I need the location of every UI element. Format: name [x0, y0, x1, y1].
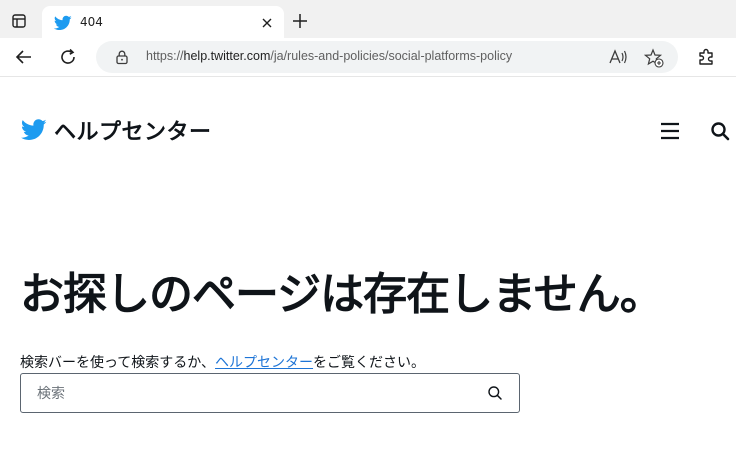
address-bar[interactable]: https://help.twitter.com/ja/rules-and-po…: [96, 41, 678, 73]
error-hint: 検索バーを使って検索するか、ヘルプセンターをご覧ください。: [20, 352, 425, 372]
twitter-logo-icon[interactable]: [20, 119, 47, 141]
brand-title[interactable]: ヘルプセンター: [54, 114, 212, 146]
url-path: /ja/rules-and-policies/social-platforms-…: [270, 49, 513, 63]
read-aloud-icon[interactable]: [608, 48, 628, 66]
new-tab-icon[interactable]: [290, 11, 310, 31]
url-host: help.twitter.com: [183, 49, 271, 63]
site-header: ヘルプセンター: [0, 76, 736, 186]
back-arrow-icon[interactable]: [14, 47, 34, 67]
help-center-link[interactable]: ヘルプセンター: [215, 355, 313, 371]
extensions-puzzle-icon[interactable]: [696, 47, 716, 67]
favorite-star-icon[interactable]: [643, 48, 664, 68]
hamburger-menu-icon[interactable]: [660, 122, 680, 140]
browser-tabstrip: 404: [0, 0, 736, 40]
hint-text-after: をご覧ください。: [313, 355, 426, 371]
search-submit-icon[interactable]: [487, 385, 503, 401]
lock-icon[interactable]: [114, 49, 130, 65]
search-box[interactable]: [20, 373, 520, 413]
search-icon[interactable]: [710, 121, 730, 141]
hint-text-before: 検索バーを使って検索するか、: [20, 355, 216, 371]
refresh-icon[interactable]: [58, 47, 78, 67]
url-text: https://help.twitter.com/ja/rules-and-po…: [146, 49, 512, 63]
tab-title: 404: [80, 15, 103, 29]
twitter-bird-icon: [53, 14, 72, 32]
error-headline: お探しのページは存在しません。: [20, 269, 664, 320]
browser-tab-active[interactable]: 404: [42, 6, 284, 40]
tab-actions-icon[interactable]: [8, 10, 30, 32]
search-input[interactable]: [35, 382, 479, 406]
browser-toolbar: https://help.twitter.com/ja/rules-and-po…: [0, 38, 736, 77]
close-icon[interactable]: [258, 14, 276, 32]
url-scheme: https://: [146, 49, 184, 63]
